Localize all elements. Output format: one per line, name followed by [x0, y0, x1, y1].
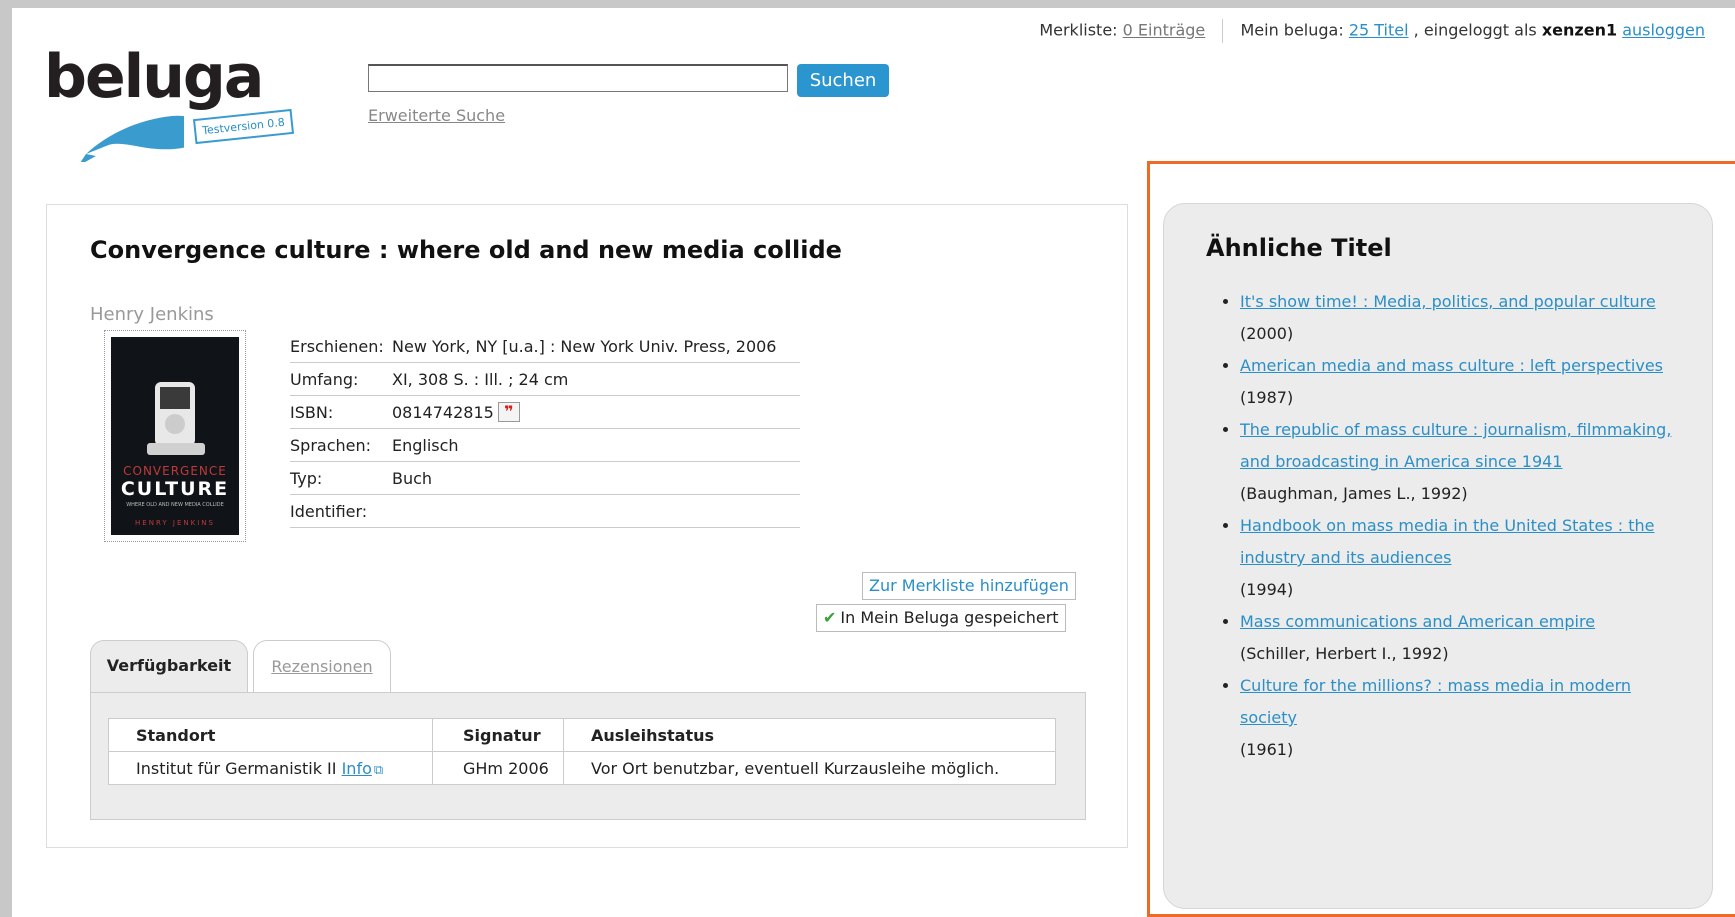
meta-label: Identifier:: [290, 501, 368, 521]
meta-row-type: Typ: Buch: [290, 462, 800, 495]
tab-availability[interactable]: Verfügbarkeit: [90, 640, 248, 692]
external-link-icon[interactable]: ⧉: [374, 763, 383, 778]
meta-row-identifier: Identifier:: [290, 495, 800, 528]
cover-title-line2: CULTURE: [120, 478, 230, 500]
meta-value: New York, NY [u.a.] : New York Univ. Pre…: [392, 336, 777, 356]
saved-in-beluga-button[interactable]: ✔ In Mein Beluga gespeichert: [816, 604, 1066, 632]
similar-title-info: (Baughman, James L., 1992): [1240, 484, 1468, 503]
window-frame-top: [0, 0, 1735, 8]
add-to-watchlist-button[interactable]: Zur Merkliste hinzufügen: [862, 572, 1076, 600]
mein-beluga-label: Mein beluga:: [1240, 20, 1344, 40]
list-item: American media and mass culture : left p…: [1240, 350, 1680, 414]
location-cell: Institut für Germanistik II Info ⧉: [108, 751, 433, 785]
similar-title-link[interactable]: American media and mass culture : left p…: [1240, 356, 1663, 375]
meta-row-languages: Sprachen: Englisch: [290, 429, 800, 462]
ipod-image: [155, 382, 195, 446]
info-link[interactable]: Info: [342, 759, 372, 778]
beluga-whale-icon: [80, 115, 184, 162]
user-bar: Merkliste: 0 Einträge Mein beluga: 25 Ti…: [1039, 19, 1705, 43]
similar-title-info: (1994): [1240, 580, 1294, 599]
advanced-search-link[interactable]: Erweiterte Suche: [368, 106, 505, 125]
table-row: Institut für Germanistik II Info ⧉ GHm 20…: [108, 751, 1056, 785]
similar-title-link[interactable]: Handbook on mass media in the United Sta…: [1240, 516, 1654, 567]
mein-beluga-link[interactable]: 25 Titel: [1349, 21, 1409, 40]
list-item: The republic of mass culture : journalis…: [1240, 414, 1680, 510]
status-cell: Vor Ort benutzbar, eventuell Kurzausleih…: [563, 751, 1056, 785]
similar-title-info: (1961): [1240, 740, 1294, 759]
search-button[interactable]: Suchen: [797, 64, 889, 97]
beluga-logo[interactable]: beluga Testversion 0.8: [44, 42, 314, 162]
cover-title-line1: CONVERGENCE: [123, 464, 227, 478]
book-cover: CONVERGENCE CULTURE WHERE OLD AND NEW ME…: [104, 330, 246, 542]
meta-label: ISBN:: [290, 402, 334, 422]
version-badge: Testversion 0.8: [192, 108, 294, 145]
similar-title-link[interactable]: Mass communications and American empire: [1240, 612, 1595, 631]
list-item: It's show time! : Media, politics, and p…: [1240, 286, 1680, 350]
meta-value: Englisch: [392, 435, 459, 455]
column-header-signature: Signatur: [432, 718, 564, 752]
list-item: Mass communications and American empire …: [1240, 606, 1680, 670]
username: xenzen1: [1541, 20, 1618, 40]
similar-title-link[interactable]: The republic of mass culture : journalis…: [1240, 420, 1671, 471]
search-input[interactable]: [368, 64, 788, 92]
logout-link[interactable]: ausloggen: [1622, 21, 1705, 40]
meta-value: Buch: [392, 468, 433, 488]
saved-label: In Mein Beluga gespeichert: [840, 608, 1059, 627]
tab-reviews[interactable]: Rezensionen: [253, 640, 391, 692]
similar-titles-panel: Ähnliche Titel It's show time! : Media, …: [1163, 203, 1713, 909]
location-name: Institut für Germanistik II: [136, 758, 337, 778]
citation-icon[interactable]: ❞: [497, 402, 520, 422]
meta-value: XI, 308 S. : Ill. ; 24 cm: [392, 369, 569, 389]
divider: [1222, 19, 1224, 43]
record-metadata: Erschienen: New York, NY [u.a.] : New Yo…: [290, 330, 800, 528]
similar-title-info: (Schiller, Herbert I., 1992): [1240, 644, 1449, 663]
author-name: Henry Jenkins: [90, 304, 214, 325]
similar-title-link[interactable]: Culture for the millions? : mass media i…: [1240, 676, 1631, 727]
similar-title-link[interactable]: It's show time! : Media, politics, and p…: [1240, 292, 1656, 311]
column-header-status: Ausleihstatus: [563, 718, 1056, 752]
meta-row-extent: Umfang: XI, 308 S. : Ill. ; 24 cm: [290, 363, 800, 396]
signature-cell: GHm 2006: [432, 751, 564, 785]
table-header-row: Standort Signatur Ausleihstatus: [108, 718, 1056, 752]
list-item: Culture for the millions? : mass media i…: [1240, 670, 1680, 766]
cover-author: HENRY JENKINS: [135, 519, 215, 527]
meta-row-isbn: ISBN: 0814742815 ❞: [290, 396, 800, 429]
meta-label: Erschienen:: [290, 336, 384, 356]
similar-title-info: (1987): [1240, 388, 1294, 407]
merkliste-label: Merkliste:: [1039, 20, 1118, 40]
similar-titles-heading: Ähnliche Titel: [1206, 234, 1392, 262]
availability-table: Standort Signatur Ausleihstatus Institut…: [108, 718, 1056, 785]
meta-label: Typ:: [290, 468, 323, 488]
column-header-location: Standort: [108, 718, 433, 752]
meta-label: Umfang:: [290, 369, 359, 389]
window-frame-left: [0, 0, 12, 917]
meta-label: Sprachen:: [290, 435, 372, 455]
page-title: Convergence culture : where old and new …: [90, 236, 842, 264]
similar-titles-list: It's show time! : Media, politics, and p…: [1214, 286, 1680, 766]
meta-value: 0814742815: [392, 402, 494, 422]
merkliste-link[interactable]: 0 Einträge: [1123, 21, 1206, 40]
checkmark-icon: ✔: [823, 608, 837, 627]
list-item: Handbook on mass media in the United Sta…: [1240, 510, 1680, 606]
meta-row-published: Erschienen: New York, NY [u.a.] : New Yo…: [290, 330, 800, 363]
cover-subtitle: WHERE OLD AND NEW MEDIA COLLIDE: [126, 502, 224, 508]
logged-in-text: , eingeloggt als: [1413, 20, 1537, 40]
similar-title-info: (2000): [1240, 324, 1294, 343]
